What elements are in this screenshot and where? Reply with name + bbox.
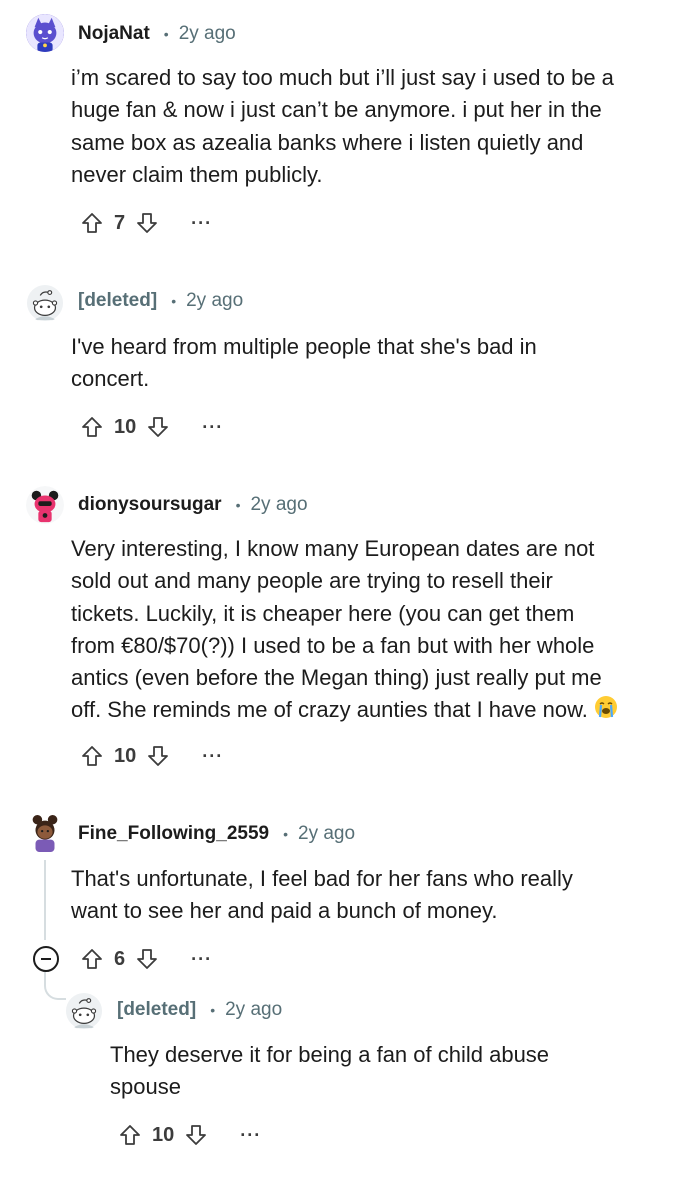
comment-line: never claim them publicly. [71, 161, 323, 187]
separator-dot: • [171, 293, 177, 309]
comment-meta: NojaNat • 2y ago [78, 20, 236, 48]
downvote-button[interactable] [144, 742, 172, 770]
upvote-button[interactable] [78, 413, 106, 441]
more-options-button[interactable]: ··· [202, 417, 223, 438]
girl-avatar-icon[interactable] [26, 814, 64, 852]
comment-line: huge fan & now i just can’t be anymore. … [71, 97, 602, 123]
comment-line: That's unfortunate, I feel bad for her f… [71, 866, 573, 891]
comment-body: I've heard from multiple people that she… [71, 331, 537, 396]
comment-line: sold out and many people are trying to r… [71, 568, 553, 594]
username[interactable]: NojaNat [78, 23, 150, 45]
more-options-button[interactable]: ··· [191, 213, 212, 234]
comment-line: Very interesting, I know many European d… [71, 536, 595, 561]
comment-actions: 10 ··· [78, 410, 223, 444]
comment-nojanat: NojaNat • 2y ago i’m scared to say too m… [0, 0, 687, 250]
downvote-button[interactable] [133, 945, 161, 973]
comment-dionysoursugar: dionysoursugar • 2y ago Very interesting… [0, 472, 687, 792]
username: [deleted] [117, 999, 197, 1020]
downvote-icon [135, 211, 159, 235]
thread-line [44, 860, 46, 940]
comment-body: That's unfortunate, I feel bad for her f… [71, 863, 573, 928]
comment-line: I've heard from multiple people that she… [71, 334, 537, 359]
comment-line: i’m scared to say too much but i’ll just… [71, 65, 614, 90]
deleted-snoo-avatar-icon [26, 284, 64, 322]
comment-deleted-reply: [deleted] • 2y ago They deserve it for b… [0, 980, 687, 1180]
upvote-icon [80, 211, 104, 235]
username[interactable]: dionysoursugar [78, 494, 222, 516]
crying-face-icon [594, 695, 618, 728]
downvote-icon [146, 744, 170, 768]
downvote-button[interactable] [182, 1121, 210, 1149]
downvote-icon [146, 415, 170, 439]
comment-line: same box as azealia banks where i listen… [71, 129, 584, 155]
comment-actions: 10 ··· [78, 739, 223, 773]
pink-snoo-avatar-icon[interactable] [26, 486, 64, 524]
separator-dot: • [163, 26, 169, 42]
downvote-icon [135, 947, 159, 971]
vote-score: 10 [152, 1123, 175, 1146]
comment-actions: 10 ··· [116, 1118, 261, 1152]
comment-deleted-1: [deleted] • 2y ago I've heard from multi… [0, 270, 687, 460]
collapse-thread-button[interactable] [33, 946, 59, 972]
timestamp: 2y ago [225, 999, 283, 1020]
comment-line-with-emoji: off. She reminds me of crazy aunties tha… [71, 694, 618, 728]
comment-meta: Fine_Following_2559 • 2y ago [78, 820, 355, 848]
separator-dot: • [210, 1002, 216, 1018]
comment-line: antics (even before the Megan thing) jus… [71, 665, 602, 691]
cat-avatar-icon[interactable] [26, 14, 64, 52]
comment-body: They deserve it for being a fan of child… [110, 1039, 549, 1104]
comment-fine-following: Fine_Following_2559 • 2y ago That's unfo… [0, 802, 687, 992]
vote-score: 6 [114, 947, 126, 970]
username[interactable]: Fine_Following_2559 [78, 823, 269, 845]
more-options-button[interactable]: ··· [240, 1125, 261, 1146]
upvote-button[interactable] [78, 742, 106, 770]
more-options-button[interactable]: ··· [202, 746, 223, 767]
timestamp: 2y ago [298, 823, 356, 844]
username: [deleted] [78, 290, 158, 311]
upvote-button[interactable] [116, 1121, 144, 1149]
deleted-snoo-avatar-icon [65, 992, 103, 1030]
comment-line: spouse [110, 1074, 181, 1100]
vote-score: 7 [114, 211, 126, 234]
separator-dot: • [283, 826, 289, 842]
timestamp: 2y ago [186, 290, 244, 311]
comment-line: off. She reminds me of crazy aunties tha… [71, 697, 588, 723]
upvote-button[interactable] [78, 209, 106, 237]
vote-score: 10 [114, 415, 137, 438]
comment-meta: [deleted] • 2y ago [78, 287, 243, 315]
upvote-icon [80, 947, 104, 971]
upvote-icon [80, 744, 104, 768]
timestamp: 2y ago [250, 494, 308, 515]
upvote-icon [118, 1123, 142, 1147]
comment-actions: 6 ··· [78, 942, 212, 976]
comment-actions: 7 ··· [78, 206, 212, 240]
upvote-icon [80, 415, 104, 439]
separator-dot: • [235, 497, 241, 513]
comment-line: want to see her and paid a bunch of mone… [71, 898, 498, 924]
comment-line: They deserve it for being a fan of child… [110, 1042, 550, 1067]
vote-score: 10 [114, 744, 137, 767]
downvote-button[interactable] [133, 209, 161, 237]
downvote-button[interactable] [144, 413, 172, 441]
comment-meta: [deleted] • 2y ago [117, 996, 282, 1024]
comment-line: concert. [71, 366, 150, 392]
comment-body: Very interesting, I know many European d… [71, 533, 618, 728]
comment-body: i’m scared to say too much but i’ll just… [71, 62, 614, 191]
upvote-button[interactable] [78, 945, 106, 973]
comment-line: tickets. Luckily, it is cheaper here (yo… [71, 600, 575, 626]
comment-meta: dionysoursugar • 2y ago [78, 491, 308, 519]
downvote-icon [184, 1123, 208, 1147]
timestamp: 2y ago [178, 23, 236, 44]
more-options-button[interactable]: ··· [191, 949, 212, 970]
comment-line: from €80/$70(?)) I used to be a fan but … [71, 632, 595, 658]
